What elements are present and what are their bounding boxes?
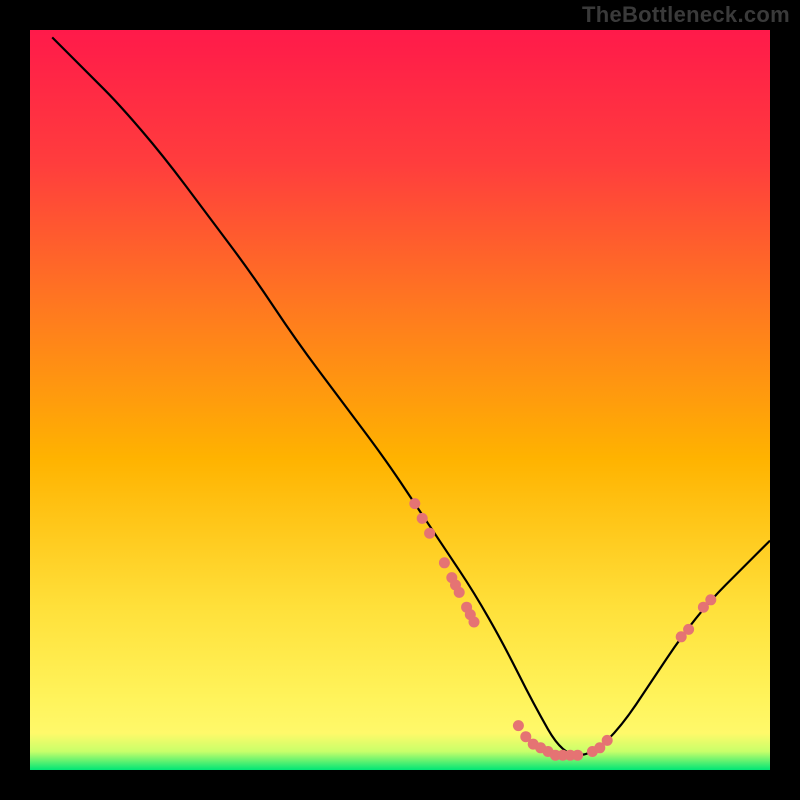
scatter-dot bbox=[705, 594, 716, 605]
scatter-dot bbox=[454, 587, 465, 598]
scatter-dot bbox=[424, 528, 435, 539]
gradient-background bbox=[30, 30, 770, 770]
scatter-dot bbox=[439, 557, 450, 568]
scatter-dot bbox=[513, 720, 524, 731]
scatter-dot bbox=[572, 750, 583, 761]
scatter-dot bbox=[469, 617, 480, 628]
chart-plot-area bbox=[30, 30, 770, 770]
chart-svg bbox=[30, 30, 770, 770]
scatter-dot bbox=[409, 498, 420, 509]
watermark-text: TheBottleneck.com bbox=[582, 2, 790, 28]
scatter-dot bbox=[683, 624, 694, 635]
scatter-dot bbox=[602, 735, 613, 746]
scatter-dot bbox=[417, 513, 428, 524]
